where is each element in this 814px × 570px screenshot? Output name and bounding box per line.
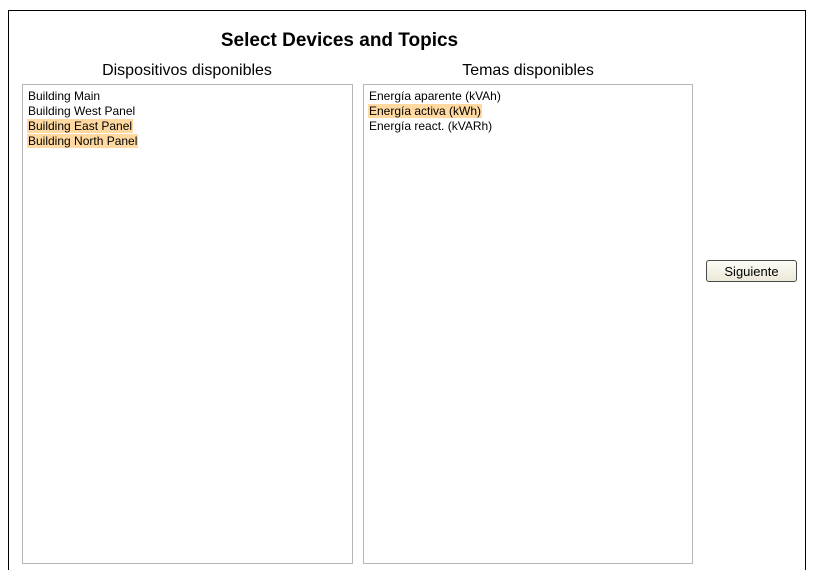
topics-listbox[interactable]: Energía aparente (kVAh) Energía activa (… (363, 84, 693, 564)
devices-heading: Dispositivos disponibles (102, 62, 272, 79)
topic-option-label: Energía aparente (kVAh) (369, 89, 501, 103)
topic-option-label: Energía react. (kVARh) (369, 119, 493, 133)
device-option[interactable]: Building North Panel (27, 134, 352, 149)
topic-option[interactable]: Energía activa (kWh) (368, 104, 692, 119)
topic-option[interactable]: Energía aparente (kVAh) (368, 89, 692, 104)
device-option[interactable]: Building East Panel (27, 119, 352, 134)
topic-option[interactable]: Energía react. (kVARh) (368, 119, 692, 134)
device-option-label: Building Main (28, 89, 101, 103)
device-option[interactable]: Building West Panel (27, 104, 352, 119)
selection-panel: Select Devices and Topics Dispositivos d… (8, 10, 806, 570)
next-button[interactable]: Siguiente (706, 260, 797, 282)
device-option-label: Building West Panel (28, 104, 136, 118)
topic-option-label: Energía activa (kWh) (368, 104, 483, 118)
device-option[interactable]: Building Main (27, 89, 352, 104)
topics-heading: Temas disponibles (462, 62, 594, 79)
device-option-label: Building East Panel (27, 119, 134, 133)
devices-listbox[interactable]: Building Main Building West Panel Buildi… (22, 84, 353, 564)
device-option-label: Building North Panel (27, 134, 139, 148)
page-title: Select Devices and Topics (220, 30, 459, 51)
